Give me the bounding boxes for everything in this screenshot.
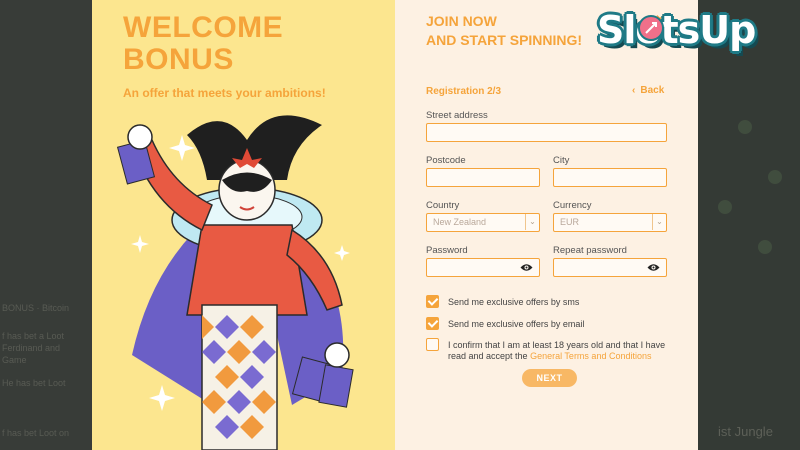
repeat-password-input[interactable] [553, 258, 667, 277]
back-label: Back [640, 85, 665, 96]
background-text: BONUS · Bitcoin [2, 303, 70, 313]
eye-icon[interactable] [520, 263, 533, 272]
logo-text: SlotsUp [597, 8, 756, 52]
welcome-bonus-title: WELCOME BONUS [123, 11, 284, 76]
background-text: f has bet a Loot [2, 331, 65, 341]
background-text: ist Jungle [718, 424, 773, 439]
sms-offers-checkbox[interactable] [426, 295, 439, 308]
background-text: He has bet Loot [2, 378, 66, 388]
city-label: City [553, 155, 570, 166]
join-heading: JOIN NOW AND START SPINNING! [426, 13, 583, 48]
city-input[interactable] [553, 168, 667, 187]
currency-label: Currency [553, 200, 592, 211]
street-address-label: Street address [426, 110, 488, 121]
age-terms-label: I confirm that I am at least 18 years ol… [448, 340, 666, 361]
postcode-label: Postcode [426, 155, 466, 166]
background-left-column: BONUS · Bitcoin f has bet a Loot Ferdina… [0, 0, 92, 450]
email-offers-label: Send me exclusive offers by email [448, 319, 585, 329]
currency-select[interactable]: EUR ⌄ [553, 213, 667, 232]
repeat-password-label: Repeat password [553, 245, 627, 256]
street-address-input[interactable] [426, 123, 667, 142]
rocket-icon [638, 15, 664, 41]
terms-link[interactable]: General Terms and Conditions [530, 351, 651, 361]
background-text: Game [2, 355, 27, 365]
country-label: Country [426, 200, 460, 211]
password-label: Password [426, 245, 468, 256]
chevron-down-icon: ⌄ [525, 214, 539, 230]
password-input[interactable] [426, 258, 540, 277]
harlequin-jester-illustration [116, 115, 354, 450]
welcome-bonus-panel: WELCOME BONUS An offer that meets your a… [92, 0, 395, 450]
country-select[interactable]: New Zealand ⌄ [426, 213, 540, 232]
background-text: Ferdinand and [2, 343, 61, 353]
sms-offers-label: Send me exclusive offers by sms [448, 297, 580, 307]
chevron-left-icon: ‹ [632, 85, 636, 96]
back-button[interactable]: ‹ Back [632, 85, 664, 96]
chevron-down-icon: ⌄ [652, 214, 666, 230]
email-offers-checkbox[interactable] [426, 317, 439, 330]
next-button[interactable]: NEXT [522, 369, 577, 387]
eye-icon[interactable] [647, 263, 660, 272]
registration-step: Registration 2/3 [426, 86, 502, 97]
age-terms-checkbox[interactable] [426, 338, 439, 351]
welcome-bonus-subtitle: An offer that meets your ambitions! [123, 86, 326, 100]
currency-value: EUR [560, 217, 580, 227]
postcode-input[interactable] [426, 168, 540, 187]
country-value: New Zealand [433, 217, 487, 227]
slotsup-logo[interactable]: SlotsUp [597, 6, 787, 70]
background-text: f has bet Loot on [2, 428, 70, 438]
